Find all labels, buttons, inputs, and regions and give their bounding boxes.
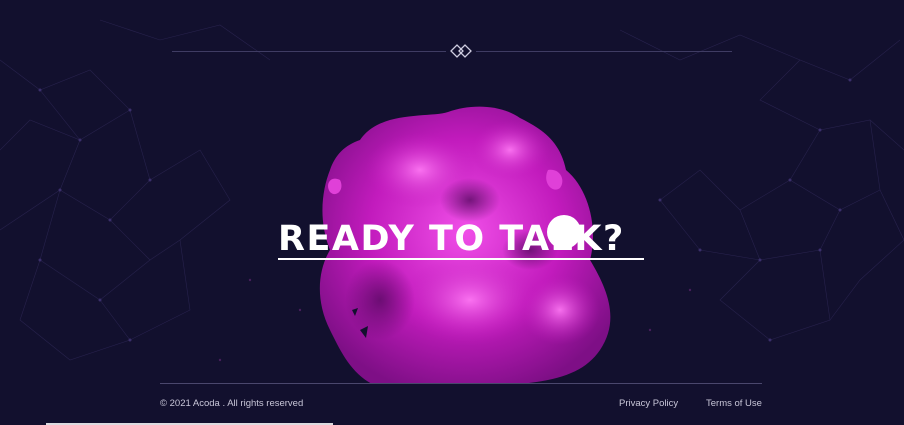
cta-headline[interactable]: READY TO TALK? [278,216,646,262]
terms-of-use-link[interactable]: Terms of Use [706,398,762,409]
cursor-circle [547,215,581,249]
copyright-text: © 2021 Acoda . All rights reserved [160,398,304,409]
privacy-policy-link[interactable]: Privacy Policy [619,398,678,409]
ink-cloud-image [319,106,611,384]
footer-divider [160,383,762,384]
headline-underline [278,258,644,260]
cta-section: READY TO TALK? © 2021 Acoda . All rights… [0,0,904,425]
